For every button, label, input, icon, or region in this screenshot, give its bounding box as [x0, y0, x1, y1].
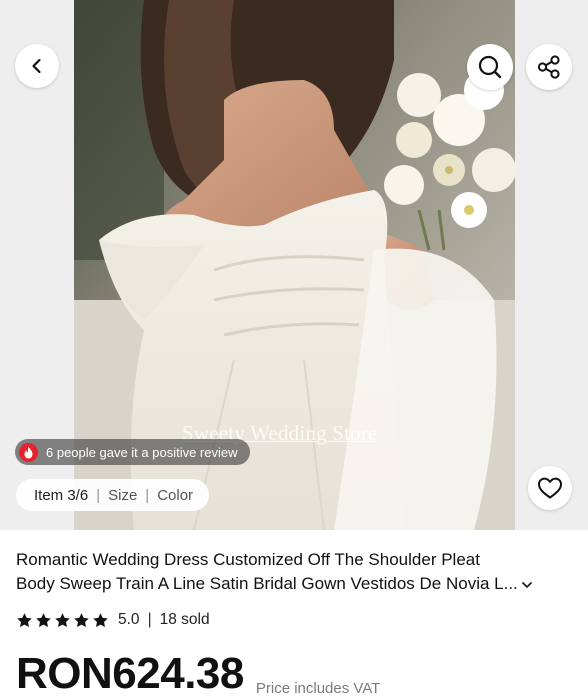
share-icon — [537, 55, 560, 79]
separator: | — [145, 486, 150, 504]
separator: | — [147, 611, 152, 628]
search-icon — [478, 55, 502, 79]
product-title[interactable]: Romantic Wedding Dress Customized Off Th… — [16, 548, 572, 597]
review-text: 6 people gave it a positive review — [46, 444, 238, 460]
star-icon — [74, 612, 89, 627]
fire-icon — [19, 442, 38, 462]
positive-review-badge: 6 people gave it a positive review — [15, 439, 250, 465]
star-icon — [55, 612, 70, 627]
star-icon — [93, 612, 108, 627]
back-button[interactable] — [15, 44, 59, 88]
share-button[interactable] — [526, 44, 572, 90]
star-icon — [17, 612, 32, 627]
price-vat-note: Price includes VAT — [255, 680, 381, 697]
sold-count: 18 sold — [159, 611, 210, 628]
product-price: RON624.38 — [16, 649, 244, 698]
chevron-left-icon — [32, 58, 41, 74]
rating-value: 5.0 — [118, 611, 140, 628]
gallery-item-selector[interactable]: Item 3/6 | Size | Color — [16, 479, 210, 511]
size-option[interactable]: Size — [108, 487, 137, 504]
product-title-line-1: Romantic Wedding Dress Customized Off Th… — [16, 550, 480, 569]
color-option[interactable]: Color — [157, 487, 193, 504]
product-image-gallery[interactable]: Sweety Wedding Store 6 people gave it a … — [0, 0, 588, 530]
star-rating — [16, 612, 109, 629]
item-counter: Item 3/6 — [34, 486, 89, 504]
search-button[interactable] — [467, 44, 513, 90]
chevron-down-icon[interactable] — [521, 573, 533, 597]
rating-summary[interactable]: 5.0 | 18 sold — [16, 609, 210, 631]
wishlist-button[interactable] — [528, 466, 572, 510]
product-detail-page: Sweety Wedding Store 6 people gave it a … — [0, 0, 588, 699]
product-title-line-2-text: Body Sweep Train A Line Satin Bridal Gow… — [16, 574, 518, 593]
product-title-line-2: Body Sweep Train A Line Satin Bridal Gow… — [16, 572, 572, 597]
price-section: RON624.38 Price includes VAT — [16, 649, 380, 699]
separator: | — [96, 486, 101, 504]
heart-icon — [538, 477, 562, 499]
star-icon — [36, 612, 51, 627]
